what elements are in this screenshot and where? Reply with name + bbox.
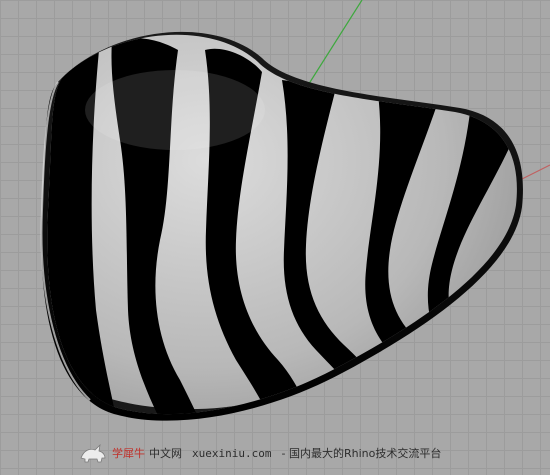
rhino-perspective-viewport[interactable]: 学犀牛 中文网 xuexiniu.com - 国内最大的Rhino技术交流平台	[0, 0, 550, 475]
watermark-url: xuexiniu.com	[192, 446, 272, 460]
watermark-brand: 学犀牛	[112, 447, 145, 460]
watermark-slogan: - 国内最大的Rhino技术交流平台	[281, 447, 442, 460]
site-watermark: 学犀牛 中文网 xuexiniu.com - 国内最大的Rhino技术交流平台	[78, 440, 441, 466]
viewport-scene	[30, 0, 550, 440]
y-axis-line	[304, 0, 363, 91]
watermark-site: 中文网	[149, 447, 182, 460]
rhino-logo-icon	[80, 443, 106, 463]
heart-dish-model[interactable]	[30, 10, 530, 440]
